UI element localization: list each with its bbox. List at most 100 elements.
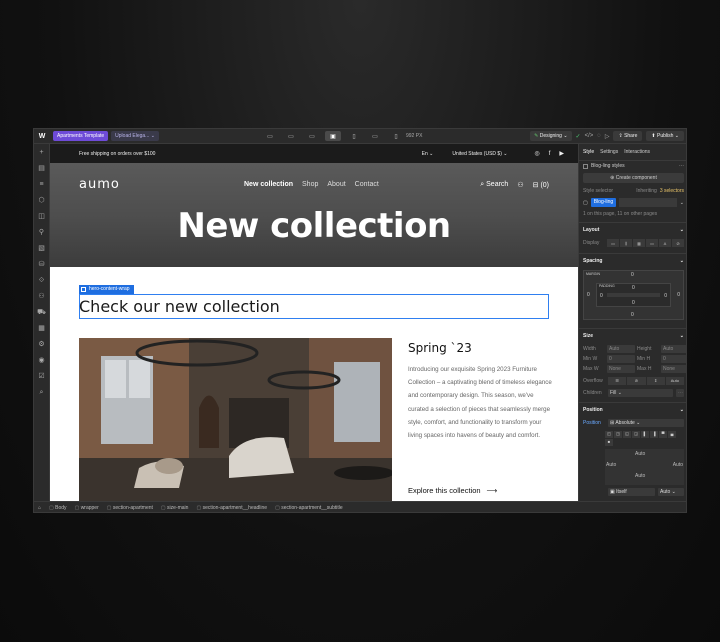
offset-right[interactable]: Auto bbox=[673, 462, 683, 468]
tab-settings[interactable]: Settings bbox=[600, 149, 618, 155]
desktop-l-breakpoint-icon[interactable]: ▭ bbox=[283, 131, 299, 141]
audit-icon[interactable]: ◉ bbox=[37, 355, 47, 366]
margin-top[interactable]: 0 bbox=[631, 272, 634, 278]
collection-photo[interactable] bbox=[79, 338, 392, 501]
min-height-input[interactable]: 0 bbox=[661, 355, 686, 363]
selected-element-tag[interactable]: hero-content-wrap bbox=[79, 285, 134, 294]
pos-bottom-left-icon[interactable]: ◱ bbox=[623, 431, 631, 438]
crumb-subtitle[interactable]: section-apartment__subtitle bbox=[275, 505, 342, 511]
selector-field[interactable]: ▢ Blog-ling ⌄ bbox=[579, 196, 686, 209]
crumb-headline[interactable]: section-apartment__headline bbox=[196, 505, 268, 511]
offset-left[interactable]: Auto bbox=[606, 462, 616, 468]
code-icon[interactable]: </> bbox=[585, 133, 594, 139]
components-icon[interactable]: ⬡ bbox=[37, 195, 47, 206]
pos-bottom-right-icon[interactable]: ◲ bbox=[632, 431, 640, 438]
search-panel-icon[interactable]: ⌕ bbox=[37, 387, 47, 398]
z-index-select[interactable]: Auto ⌄ bbox=[658, 488, 684, 496]
overflow-hidden-icon[interactable]: ⊘ bbox=[627, 377, 646, 385]
site-search[interactable]: ⌕ Search bbox=[480, 181, 508, 189]
class-checkbox[interactable] bbox=[583, 163, 588, 169]
display-block-icon[interactable]: ▭ bbox=[607, 239, 619, 247]
preview-icon[interactable]: ▷ bbox=[605, 133, 610, 140]
padding-bottom[interactable]: 0 bbox=[632, 300, 635, 306]
ecommerce-icon[interactable]: ⛟ bbox=[37, 307, 47, 318]
publish-button[interactable]: ⬆ Publish ⌄ bbox=[646, 131, 684, 141]
tab-style[interactable]: Style bbox=[583, 149, 594, 155]
children-more-icon[interactable]: ⋯ bbox=[676, 389, 684, 397]
offset-top[interactable]: Auto bbox=[635, 451, 645, 457]
display-flex-icon[interactable]: ⫼ bbox=[620, 239, 632, 247]
max-width-input[interactable]: None bbox=[607, 365, 635, 373]
relative-to-select[interactable]: ▣ Itself bbox=[608, 488, 655, 496]
selector-dropdown-icon[interactable]: ⌄ bbox=[680, 200, 684, 206]
size-section-header[interactable]: Size ⌄ bbox=[579, 328, 686, 343]
display-inline-icon[interactable]: ▭ bbox=[646, 239, 658, 247]
logic-icon[interactable]: ⟐ bbox=[37, 275, 47, 286]
crumb-section-apartment[interactable]: section-apartment bbox=[107, 505, 153, 511]
check-status-icon[interactable]: ✓ bbox=[576, 133, 581, 140]
pos-left-icon[interactable]: ▌ bbox=[641, 431, 649, 438]
position-section-header[interactable]: Position ⌄ bbox=[579, 402, 686, 417]
tab-interactions[interactable]: Interactions bbox=[624, 149, 650, 155]
margin-right[interactable]: 0 bbox=[677, 292, 680, 298]
nav-about[interactable]: About bbox=[327, 181, 345, 188]
youtube-icon[interactable]: ▶ bbox=[559, 150, 564, 157]
webflow-logo-icon[interactable]: W bbox=[34, 133, 50, 140]
mode-switcher[interactable]: ✎ Designing ⌄ bbox=[530, 131, 572, 141]
mobile-landscape-breakpoint-icon[interactable]: ▭ bbox=[367, 131, 383, 141]
crumb-body[interactable]: Body bbox=[49, 505, 66, 511]
margin-left[interactable]: 0 bbox=[587, 292, 590, 298]
overflow-scroll-icon[interactable]: ⇕ bbox=[646, 377, 665, 385]
project-selector[interactable]: Apartments Template bbox=[53, 131, 109, 141]
desktop-xl-breakpoint-icon[interactable]: ▭ bbox=[262, 131, 278, 141]
more-icon[interactable]: ⋯ bbox=[679, 163, 684, 169]
add-icon[interactable]: + bbox=[37, 147, 47, 158]
page-selector[interactable]: Upload Elega... ⌄ bbox=[111, 131, 159, 141]
section-headline[interactable]: Check our new collection bbox=[79, 297, 280, 316]
spacing-section-header[interactable]: Spacing ⌄ bbox=[579, 253, 686, 268]
navigator-icon[interactable]: ≡ bbox=[37, 179, 47, 190]
language-selector[interactable]: En ⌄ bbox=[422, 151, 434, 157]
variables-icon[interactable]: ◫ bbox=[37, 211, 47, 222]
width-input[interactable]: Auto bbox=[607, 345, 635, 353]
padding-left[interactable]: 0 bbox=[600, 293, 603, 299]
create-component-button[interactable]: ⊕ Create component bbox=[583, 173, 684, 183]
display-none-icon[interactable]: ⊘ bbox=[672, 239, 684, 247]
account-icon[interactable]: ⚇ bbox=[517, 181, 523, 189]
pos-full-icon[interactable]: ■ bbox=[605, 439, 613, 446]
users-icon[interactable]: ⚇ bbox=[37, 291, 47, 302]
display-grid-icon[interactable]: ▦ bbox=[633, 239, 645, 247]
height-input[interactable]: Auto bbox=[661, 345, 686, 353]
cms-icon[interactable]: ⛁ bbox=[37, 259, 47, 270]
comment-icon[interactable]: ◌ bbox=[597, 133, 601, 139]
pages-icon[interactable]: ▤ bbox=[37, 163, 47, 174]
design-canvas[interactable]: Free shipping on orders over $100 En ⌄ U… bbox=[50, 144, 578, 501]
tablet-breakpoint-icon[interactable]: ▯ bbox=[346, 131, 362, 141]
nav-shop[interactable]: Shop bbox=[302, 181, 318, 188]
pos-bottom-icon[interactable]: ▄ bbox=[668, 431, 676, 438]
crumb-size-main[interactable]: size-main bbox=[161, 505, 188, 511]
apps-icon[interactable]: ▦ bbox=[37, 323, 47, 334]
site-logo[interactable]: aumo bbox=[79, 177, 120, 192]
nav-contact[interactable]: Contact bbox=[355, 181, 379, 188]
display-text-icon[interactable]: A bbox=[659, 239, 671, 247]
facebook-icon[interactable]: f bbox=[549, 151, 551, 157]
min-width-input[interactable]: 0 bbox=[607, 355, 635, 363]
offset-bottom[interactable]: Auto bbox=[635, 473, 645, 479]
inheriting-count[interactable]: 3 selectors bbox=[660, 188, 684, 194]
overflow-visible-icon[interactable]: ☰ bbox=[608, 377, 627, 385]
mobile-portrait-breakpoint-icon[interactable]: ▯ bbox=[388, 131, 404, 141]
pos-top-icon[interactable]: ▀ bbox=[659, 431, 667, 438]
currency-selector[interactable]: United States (USD $) ⌄ bbox=[452, 151, 507, 157]
position-offsets[interactable]: Auto Auto Auto Auto bbox=[605, 449, 684, 485]
cart-button[interactable]: ⊟ (0) bbox=[533, 181, 549, 189]
padding-top[interactable]: 0 bbox=[632, 285, 635, 291]
desktop-base-breakpoint-icon[interactable]: ▣ bbox=[325, 131, 341, 141]
breadcrumb-icon[interactable]: ⌂ bbox=[38, 505, 41, 511]
pos-top-left-icon[interactable]: ◰ bbox=[605, 431, 613, 438]
instagram-icon[interactable]: ◎ bbox=[534, 150, 539, 157]
nav-new-collection[interactable]: New collection bbox=[244, 181, 293, 188]
layout-section-header[interactable]: Layout ⌄ bbox=[579, 222, 686, 237]
assets-icon[interactable]: ▧ bbox=[37, 243, 47, 254]
share-button[interactable]: ⇪ Share bbox=[613, 131, 643, 141]
